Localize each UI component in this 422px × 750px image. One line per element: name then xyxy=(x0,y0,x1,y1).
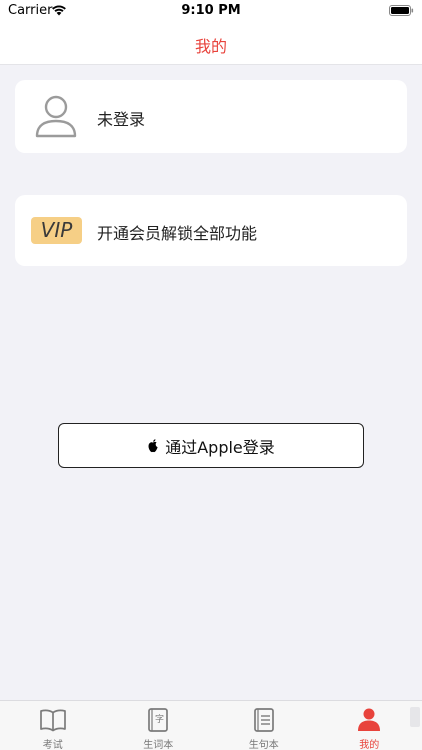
vocabulary-icon: 字 xyxy=(148,708,169,732)
tab-label: 生词本 xyxy=(143,740,174,750)
tab-label: 考试 xyxy=(42,740,63,750)
apple-icon xyxy=(148,438,158,452)
apple-signin-button[interactable]: 通过Apple登录 xyxy=(58,423,364,468)
status-bar: Carrier 9:10 PM xyxy=(0,0,422,22)
tab-label: 我的 xyxy=(359,740,380,750)
vip-promo-label: 开通会员解锁全部功能 xyxy=(97,224,258,243)
clock-label: 9:10 PM xyxy=(181,3,241,18)
tab-exam[interactable]: 考试 xyxy=(0,701,106,750)
book-icon xyxy=(39,709,66,732)
person-icon xyxy=(358,708,381,731)
tab-label: 生句本 xyxy=(248,740,279,750)
vip-card[interactable]: VIP 开通会员解锁全部功能 xyxy=(15,195,407,266)
tab-sentences[interactable]: 生句本 xyxy=(211,701,317,750)
nav-bar: 我的 xyxy=(0,22,422,65)
avatar-icon xyxy=(35,95,77,138)
apple-signin-label: 通过Apple登录 xyxy=(165,437,275,457)
vip-badge: VIP xyxy=(31,217,82,244)
login-card[interactable]: 未登录 xyxy=(15,80,407,153)
page-title: 我的 xyxy=(194,37,227,56)
app-root: Carrier 9:10 PM 我的 未登录 VIP 开通会员解锁全部功能 通过… xyxy=(0,0,422,750)
notebook-icon xyxy=(253,708,274,732)
scroll-edge-indicator xyxy=(410,707,420,727)
tab-bar: 考试 字 生词本 生句本 我的 xyxy=(0,700,422,750)
tab-vocabulary[interactable]: 字 生词本 xyxy=(106,701,212,750)
login-status-label: 未登录 xyxy=(97,110,146,129)
battery-icon xyxy=(389,5,414,16)
tab-profile[interactable]: 我的 xyxy=(317,701,422,750)
svg-text:字: 字 xyxy=(155,713,164,725)
